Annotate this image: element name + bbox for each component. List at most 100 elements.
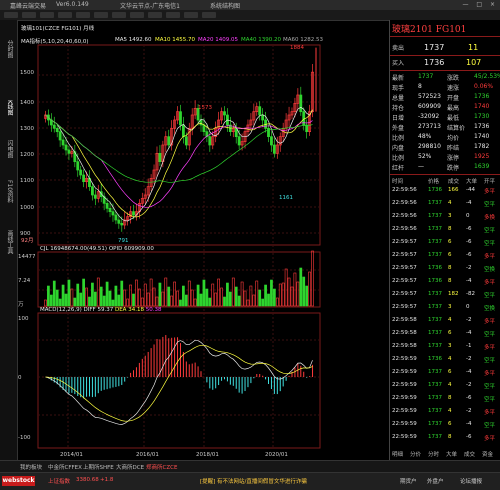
ma10-value: MA10 1455.70 [155, 37, 196, 43]
volume-bar [264, 284, 267, 307]
tick-price: 1737 [428, 317, 442, 323]
tick-type: 空平 [484, 293, 496, 299]
futures-account[interactable]: 期货户 [400, 477, 417, 485]
tick-row[interactable]: 22:59:58 1737 4 -2 多平 [390, 317, 500, 325]
bid-row[interactable]: 买入 1736 107 [390, 58, 500, 68]
tab-detail[interactable]: 明细 [392, 450, 403, 458]
tick-row[interactable]: 22:59:56 1737 8 -6 空平 [390, 226, 500, 234]
overseas-account[interactable]: 外盘户 [427, 477, 444, 485]
tick-volume: 8 [448, 434, 452, 440]
tab-bigorder[interactable]: 大单 [446, 450, 457, 458]
tab-cffex[interactable]: 中金所CFFEX [48, 463, 82, 471]
ask-row[interactable]: 卖出 1737 11 [390, 43, 500, 53]
tick-row[interactable]: 22:59:57 1736 8 -4 多平 [390, 278, 500, 286]
menu-item[interactable] [202, 12, 216, 18]
tick-row[interactable]: 22:59:57 1737 182 -82 空平 [390, 291, 500, 299]
ma5-value: MA5 1492.60 [115, 37, 152, 43]
price-tick: 1500 [20, 70, 34, 76]
tick-row[interactable]: 22:59:59 1737 4 -2 多平 [390, 408, 500, 416]
menu-item[interactable] [76, 12, 90, 18]
tab-shfe[interactable]: 上期所SHFE [83, 463, 114, 471]
tab-trades[interactable]: 成交 [464, 450, 475, 458]
network-node[interactable]: 文华云节点-广东电信1 [120, 1, 180, 10]
tab-czce[interactable]: 郑商所CZCE [146, 463, 177, 471]
tick-row[interactable]: 22:59:59 1736 4 -2 空平 [390, 356, 500, 364]
volume-bar [70, 288, 74, 307]
tab-flash[interactable]: 闪电图 [2, 140, 14, 158]
volume-bar [287, 277, 291, 307]
volume-bar [196, 284, 200, 307]
volume-bar [44, 299, 47, 307]
tick-volume: 6 [448, 369, 452, 375]
menu-item[interactable] [4, 12, 18, 18]
menu-item[interactable] [166, 12, 180, 18]
tick-time: 22:59:56 [392, 226, 417, 232]
tick-row[interactable]: 22:59:56 1737 3 0 多换 [390, 213, 500, 221]
quote-row: 日增 -32092 最低 1730 [390, 113, 500, 122]
volume-bar [252, 294, 256, 307]
menu-item[interactable] [58, 12, 72, 18]
tick-row[interactable]: 22:59:59 1737 4 -2 空平 [390, 382, 500, 390]
quote-label: 跌停 [447, 165, 460, 172]
tab-price[interactable]: 分价 [410, 450, 421, 458]
menu-item[interactable] [184, 12, 198, 18]
window-controls[interactable]: — □ × [462, 1, 498, 8]
tab-funds[interactable]: 资金 [482, 450, 493, 458]
tick-row[interactable]: 22:59:58 1737 6 -4 空平 [390, 330, 500, 338]
tick-volume: 166 [448, 187, 459, 193]
tick-time: 22:59:57 [392, 278, 417, 284]
menu-item[interactable] [94, 12, 108, 18]
system-structure-link[interactable]: 系统结构图 [210, 1, 240, 10]
tick-volume: 182 [448, 291, 459, 297]
menu-item[interactable] [130, 12, 144, 18]
tick-type: 多平 [484, 436, 496, 442]
volume-bar [117, 294, 121, 307]
tick-time: 22:59:59 [392, 408, 417, 414]
volume-bar [311, 250, 314, 307]
tab-draw-tools[interactable]: 画线工具 [2, 230, 14, 254]
tab-timeshare[interactable]: 分时图 [2, 40, 14, 58]
tick-row[interactable]: 22:59:56 1737 4 -4 空平 [390, 200, 500, 208]
tick-row[interactable]: 22:59:57 1737 3 0 空换 [390, 304, 500, 312]
tab-f10[interactable]: F10资料 [2, 180, 14, 203]
divider [390, 174, 500, 175]
forum-broadcast[interactable]: 论坛播报 [460, 477, 482, 485]
candle-body [108, 207, 112, 213]
menu-item[interactable] [22, 12, 36, 18]
volume-bar [155, 296, 159, 307]
tick-price: 1737 [428, 408, 442, 414]
tick-row[interactable]: 22:59:59 1737 8 -6 多平 [390, 434, 500, 442]
volume-bar [205, 288, 209, 307]
tick-row[interactable]: 22:59:59 1737 6 -4 空平 [390, 421, 500, 429]
menu-item[interactable] [148, 12, 162, 18]
menu-item[interactable] [112, 12, 126, 18]
candle-body [105, 202, 109, 209]
tab-dce[interactable]: 大商所DCE [116, 463, 144, 471]
volume-bar [231, 277, 235, 307]
tab-kline[interactable]: K线图 [2, 100, 14, 116]
tab-time[interactable]: 分时 [428, 450, 439, 458]
volume-bar [182, 285, 185, 307]
volume-bar [202, 279, 206, 307]
chart-area[interactable]: 玻璃101(CZCE FG101) 月线 MA指标(5,10,20,40,60,… [18, 20, 388, 460]
volume-bar [91, 282, 94, 307]
kline-chart[interactable] [18, 20, 388, 460]
volume-bar [167, 286, 171, 307]
quote-row: 比例 52% 涨停 1925 [390, 153, 500, 162]
candle-body [305, 124, 309, 133]
tick-row[interactable]: 22:59:57 1737 6 -6 多平 [390, 252, 500, 260]
notice-text[interactable]: [提醒] 有不法网站/直播间假冒文华进行诈骗 [200, 477, 307, 485]
tab-my-sectors[interactable]: 我的板块 [20, 463, 42, 471]
tick-row[interactable]: 22:59:59 1737 6 -4 多平 [390, 369, 500, 377]
volume-bar [214, 292, 218, 307]
tick-row[interactable]: 22:59:57 1736 8 -2 空换 [390, 265, 500, 273]
menu-item[interactable] [40, 12, 54, 18]
tick-row[interactable]: 22:59:58 1737 3 -1 多平 [390, 343, 500, 351]
tick-row[interactable]: 22:59:57 1737 6 -6 空平 [390, 239, 500, 247]
tick-row[interactable]: 22:59:59 1737 8 -6 空平 [390, 395, 500, 403]
volume-bar [67, 279, 71, 307]
quote-value: 45/2.53% [474, 73, 500, 80]
tick-row[interactable]: 22:59:56 1736 166 -44 多平 [390, 187, 500, 195]
quote-value: 1737 [418, 73, 434, 80]
quote-row: 最新 1737 涨跌 45/2.53% [390, 73, 500, 82]
